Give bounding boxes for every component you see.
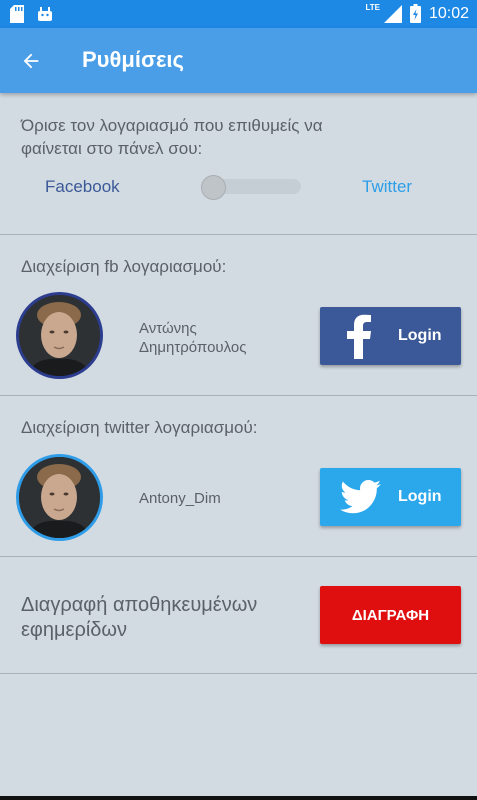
page-title: Ρυθμίσεις [82, 47, 184, 72]
facebook-icon [347, 314, 371, 359]
account-display-section: Όρισε τον λογαριασμό που επιθυμείς να φα… [0, 93, 477, 235]
account-switch-thumb[interactable] [201, 175, 226, 200]
app-bar: Ρυθμίσεις [0, 28, 477, 93]
android-icon [38, 7, 52, 21]
twitter-login-button[interactable]: Login [320, 468, 461, 526]
facebook-option-label[interactable]: Facebook [45, 177, 120, 197]
delete-section: Διαγραφή αποθηκευμένων εφημερίδων ΔΙΑΓΡΑ… [0, 557, 477, 674]
facebook-login-label: Login [398, 327, 442, 344]
network-type-label: LTE [365, 3, 380, 12]
twitter-account-section: Διαχείριση twitter λογαριασμού: Antony_D… [0, 396, 477, 557]
battery-icon [409, 4, 421, 23]
account-display-prompt: Όρισε τον λογαριασμό που επιθυμείς να φα… [21, 116, 323, 158]
twitter-user-name: Antony_Dim [139, 490, 221, 507]
twitter-option-label[interactable]: Twitter [362, 177, 412, 197]
back-button[interactable] [14, 44, 48, 78]
delete-button[interactable]: ΔΙΑΓΡΑΦΗ [320, 586, 461, 644]
sd-card-icon [10, 5, 24, 23]
delete-saved-label: Διαγραφή αποθηκευμένων εφημερίδων [21, 594, 258, 641]
twitter-avatar [16, 454, 103, 541]
facebook-section-title: Διαχείριση fb λογαριασμού: [21, 257, 227, 276]
status-bar: LTE 10:02 [0, 0, 477, 28]
twitter-login-label: Login [398, 488, 442, 505]
twitter-section-title: Διαχείριση twitter λογαριασμού: [21, 418, 258, 437]
signal-icon [383, 4, 402, 23]
navigation-bar-edge [0, 796, 477, 800]
clock: 10:02 [428, 4, 469, 22]
facebook-user-name: Αντώνης Δημητρόπουλος [139, 320, 247, 356]
arrow-back-icon [23, 53, 39, 69]
facebook-account-section: Διαχείριση fb λογαριασμού: Αντώνης Δημητ… [0, 235, 477, 396]
facebook-login-button[interactable]: Login [320, 307, 461, 365]
facebook-avatar [16, 292, 103, 379]
twitter-bird-icon [340, 480, 381, 514]
